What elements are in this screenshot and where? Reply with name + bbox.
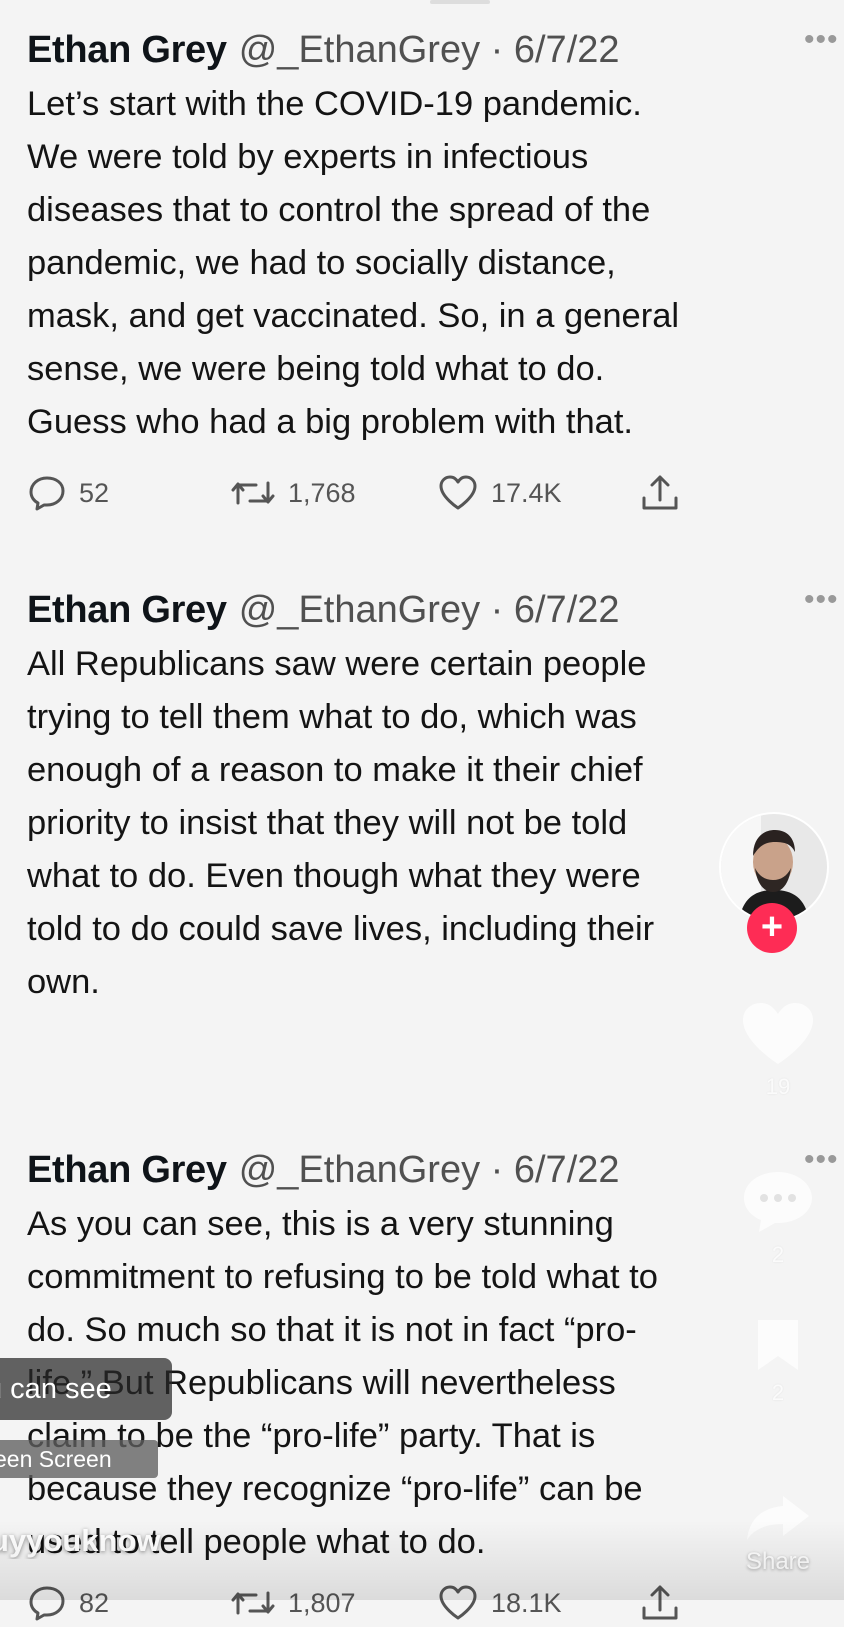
tweet-line: do. So much so that it is not in fact “p… [27, 1311, 637, 1349]
author-name[interactable]: Ethan Grey [27, 29, 227, 72]
more-options-icon[interactable]: ••• [804, 585, 844, 615]
retweet-button[interactable]: 1,768 [230, 469, 356, 517]
tweet-line: enough of a reason to make it their chie… [27, 751, 643, 789]
more-options-icon[interactable]: ••• [804, 1145, 844, 1175]
like-button[interactable]: 18.1K [437, 1579, 562, 1627]
tweet-line: pandemic, we had to socially distance, [27, 244, 616, 282]
tweet-line: We were told by experts in infectious [27, 138, 589, 176]
author-handle-date: @_EthanGrey · 6/7/22 [238, 588, 620, 631]
heart-icon [439, 475, 477, 510]
share-tweet-button[interactable] [640, 469, 680, 517]
tweet-line: mask, and get vaccinated. So, in a gener… [27, 297, 680, 335]
comment-icon [744, 1172, 812, 1232]
caption-text: u can see [0, 1373, 112, 1405]
share-icon [642, 475, 678, 510]
tweet-line: own. [27, 963, 100, 1001]
retweet-button[interactable]: 1,807 [230, 1579, 356, 1627]
tweet-line: All Republicans saw were certain people [27, 645, 647, 683]
more-options-icon[interactable]: ••• [804, 25, 844, 55]
tiktok-like-button[interactable]: 19 [736, 1000, 820, 1100]
tiktok-share-button[interactable]: Share [736, 1492, 820, 1576]
username-text: uyyouknow [0, 1523, 161, 1558]
like-count: 18.1K [491, 1587, 562, 1618]
author-name[interactable]: Ethan Grey [27, 589, 227, 632]
reply-count: 82 [79, 1587, 110, 1618]
like-count: 17.4K [491, 477, 562, 508]
share-label: Share [745, 1548, 811, 1575]
bookmark-icon [758, 1320, 798, 1370]
creator-username[interactable]: uyyouknow [0, 1523, 190, 1559]
tweet-line: what to do. Even though what they were [27, 857, 641, 895]
effect-label: een Screen [0, 1446, 112, 1472]
tweet-header: Ethan Grey @_EthanGrey · 6/7/22 [27, 1142, 620, 1198]
share-tweet-button[interactable] [640, 1579, 680, 1627]
tiktok-save-button[interactable]: 2 [736, 1316, 820, 1406]
effect-tag[interactable]: een Screen [0, 1440, 158, 1478]
caption-overlay: u can see [0, 1358, 172, 1420]
share-arrow-icon [747, 1496, 809, 1540]
tweet-header: Ethan Grey @_EthanGrey · 6/7/22 [27, 582, 620, 638]
follow-plus-button[interactable]: + [747, 903, 797, 953]
tweet-header: Ethan Grey @_EthanGrey · 6/7/22 [27, 22, 620, 78]
tweet-line: told to do could save lives, including t… [27, 910, 655, 948]
tweet-line: commitment to refusing to be told what t… [27, 1258, 658, 1296]
like-count: 19 [765, 1074, 791, 1099]
reply-button[interactable]: 82 [27, 1579, 109, 1627]
heart-icon [743, 1003, 813, 1064]
tweet-text: All Republicans saw were certain people … [27, 638, 827, 1009]
retweet-icon [231, 1591, 275, 1615]
share-icon [642, 1585, 678, 1620]
heart-icon [439, 1585, 477, 1620]
save-count: 2 [771, 1380, 785, 1405]
retweet-icon [231, 481, 275, 505]
tweet-line: As you can see, this is a very stunning [27, 1205, 614, 1243]
reply-icon [29, 476, 65, 511]
tweet-line: Guess who had a big problem with that. [27, 403, 634, 441]
author-handle-date: @_EthanGrey · 6/7/22 [238, 28, 620, 71]
reply-button[interactable]: 52 [27, 469, 109, 517]
tweet-line: priority to insist that they will not be… [27, 804, 628, 842]
retweet-count: 1,807 [288, 1587, 356, 1618]
reply-icon [29, 1586, 65, 1621]
comment-count: 2 [771, 1242, 785, 1267]
tweet-actions: 52 1,768 17.4K [27, 469, 707, 517]
tweet-actions: 82 1,807 18.1K [27, 1579, 707, 1627]
author-handle-date: @_EthanGrey · 6/7/22 [238, 1148, 620, 1191]
tweet-line: sense, we were being told what to do. [27, 350, 605, 388]
like-button[interactable]: 17.4K [437, 469, 562, 517]
tiktok-comment-button[interactable]: 2 [736, 1168, 820, 1268]
tweet-line: diseases that to control the spread of t… [27, 191, 651, 229]
tweet-line: Let’s start with the COVID-19 pandemic. [27, 85, 642, 123]
reply-count: 52 [79, 477, 110, 508]
top-handle-bar [430, 0, 490, 4]
author-name[interactable]: Ethan Grey [27, 1149, 227, 1192]
retweet-count: 1,768 [288, 477, 356, 508]
tweet-line: trying to tell them what to do, which wa… [27, 698, 637, 736]
tweet-text: Let’s start with the COVID-19 pandemic. … [27, 78, 827, 449]
